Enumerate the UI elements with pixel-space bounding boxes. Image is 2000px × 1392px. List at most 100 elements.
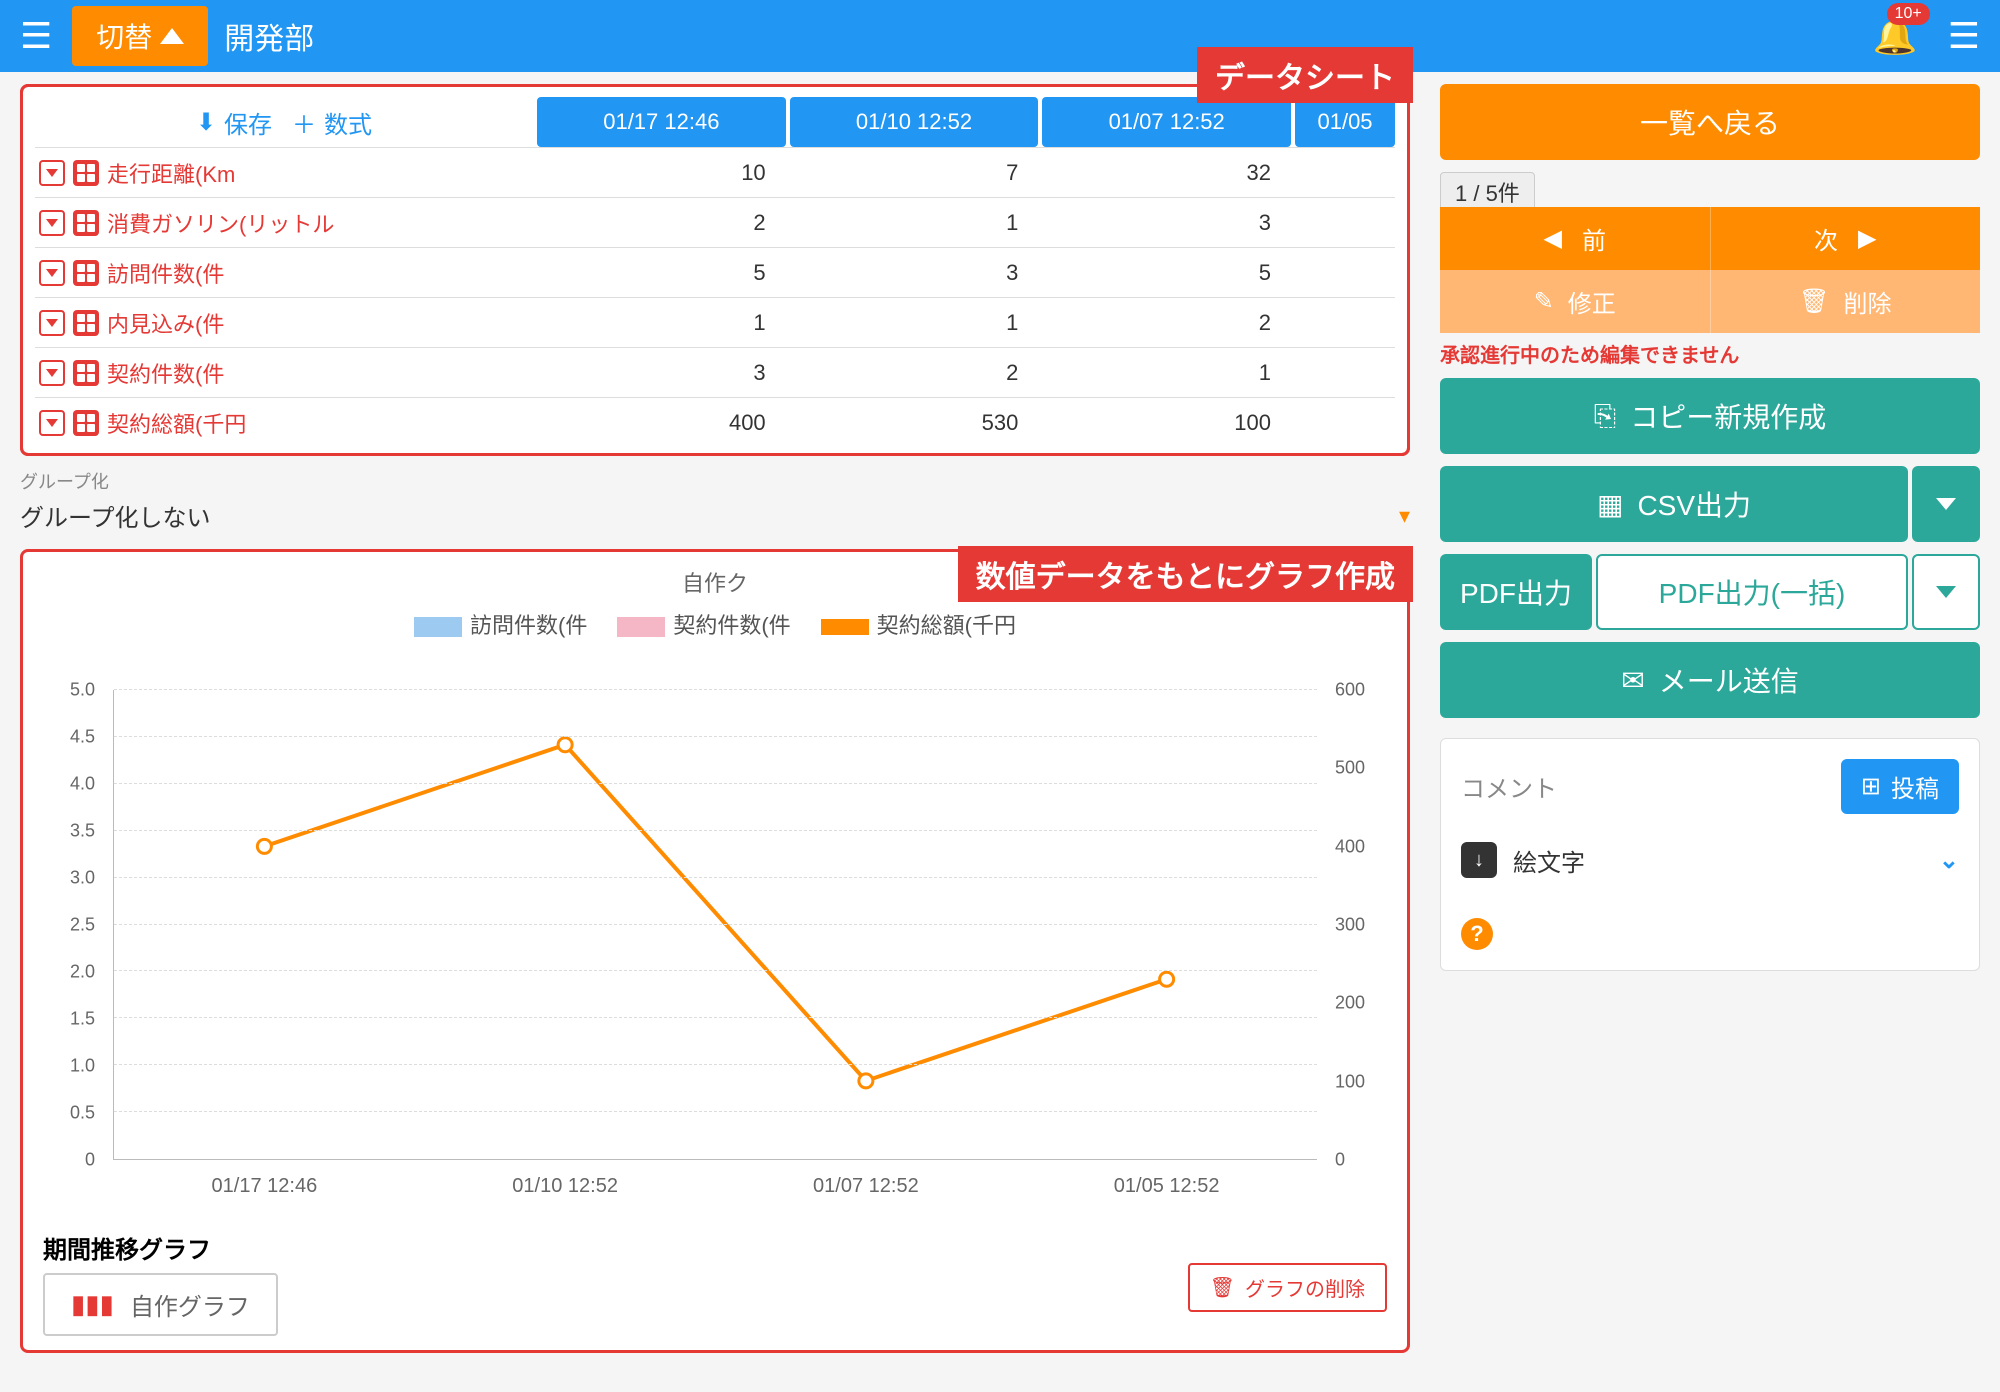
table-cell[interactable]: 32 bbox=[1042, 160, 1291, 186]
dropdown-icon[interactable] bbox=[39, 310, 65, 336]
back-to-list-button[interactable]: 一覧へ戻る bbox=[1440, 84, 1980, 160]
help-icon[interactable]: ? bbox=[1461, 918, 1493, 950]
download-icon: ⬇ bbox=[196, 108, 216, 137]
x-category-label: 01/17 12:46 bbox=[164, 1175, 364, 1198]
x-category-label: 01/10 12:52 bbox=[465, 1175, 665, 1198]
notification-bell-icon[interactable]: 🔔10+ bbox=[1873, 15, 1918, 57]
table-row: 訪問件数(件535 bbox=[35, 247, 1395, 297]
chevron-left-icon: ◀ bbox=[1544, 224, 1562, 253]
table-cell[interactable]: 3 bbox=[537, 360, 786, 386]
grid-icon[interactable] bbox=[73, 410, 99, 436]
pdf-export-dropdown[interactable] bbox=[1912, 554, 1980, 630]
table-row: 走行距離(Km10732 bbox=[35, 147, 1395, 197]
plus-box-icon: ⊞ bbox=[1861, 772, 1881, 801]
grid-icon[interactable] bbox=[73, 160, 99, 186]
graph-delete-button[interactable]: 🗑 グラフの削除 bbox=[1188, 1263, 1387, 1312]
column-header-0[interactable]: 01/17 12:46 bbox=[537, 97, 786, 147]
copy-icon: ⎘ bbox=[1594, 400, 1616, 433]
pdf-export-button[interactable]: PDF出力 bbox=[1440, 554, 1592, 630]
comment-label: コメント bbox=[1461, 769, 1557, 804]
table-cell[interactable]: 3 bbox=[790, 260, 1039, 286]
table-cell[interactable]: 100 bbox=[1042, 410, 1291, 436]
dropdown-icon[interactable] bbox=[39, 360, 65, 386]
row-label[interactable]: 契約件数(件 bbox=[35, 357, 533, 389]
row-label[interactable]: 訪問件数(件 bbox=[35, 257, 533, 289]
mail-send-button[interactable]: ✉ メール送信 bbox=[1440, 642, 1980, 718]
emoji-expand-row[interactable]: 絵文字 ⌄ bbox=[1461, 842, 1959, 878]
x-category-label: 01/07 12:52 bbox=[766, 1175, 966, 1198]
grid-icon[interactable] bbox=[73, 310, 99, 336]
table-cell[interactable]: 1 bbox=[790, 210, 1039, 236]
self-graph-button[interactable]: ▮▮▮ 自作グラフ bbox=[43, 1273, 278, 1336]
table-cell[interactable]: 2 bbox=[790, 360, 1039, 386]
group-select[interactable]: グループ化しない ▾ bbox=[20, 494, 1410, 537]
csv-export-button[interactable]: ▦ CSV出力 bbox=[1440, 466, 1908, 542]
table-cell[interactable]: 3 bbox=[1042, 210, 1291, 236]
dropdown-icon[interactable] bbox=[39, 410, 65, 436]
column-header-1[interactable]: 01/10 12:52 bbox=[790, 97, 1039, 147]
menu-icon[interactable]: ☰ bbox=[20, 15, 52, 57]
delete-button[interactable]: 🗑 削除 bbox=[1711, 270, 1981, 333]
table-cell[interactable]: 7 bbox=[790, 160, 1039, 186]
table-cell[interactable]: 2 bbox=[1042, 310, 1291, 336]
csv-export-dropdown[interactable] bbox=[1912, 466, 1980, 542]
chart-plot-area: 00.51.01.52.02.53.03.54.04.55.0 01002003… bbox=[43, 660, 1387, 1220]
grid-icon[interactable] bbox=[73, 210, 99, 236]
switch-button[interactable]: 切替 bbox=[72, 6, 208, 66]
department-title: 開発部 bbox=[224, 14, 314, 58]
pager-next-button[interactable]: 次 ▶ bbox=[1711, 207, 1981, 270]
dropdown-icon[interactable] bbox=[39, 210, 65, 236]
comment-card: コメント ⊞ 投稿 絵文字 ⌄ ? bbox=[1440, 738, 1980, 971]
chart-title-prefix: 自作ク bbox=[682, 571, 748, 596]
group-label: グループ化 bbox=[20, 468, 1410, 494]
row-label[interactable]: 内見込み(件 bbox=[35, 307, 533, 339]
dropdown-icon[interactable] bbox=[39, 160, 65, 186]
bar-chart-icon: ▮▮▮ bbox=[71, 1289, 114, 1320]
row-label[interactable]: 契約総額(千円 bbox=[35, 407, 533, 439]
plus-icon: ＋ bbox=[292, 105, 316, 140]
clipboard-icon bbox=[1461, 842, 1497, 878]
mail-icon: ✉ bbox=[1621, 664, 1644, 697]
table-cell[interactable]: 1 bbox=[537, 310, 786, 336]
menu-right-icon[interactable]: ☰ bbox=[1948, 15, 1980, 57]
column-header-2[interactable]: 01/07 12:52 bbox=[1042, 97, 1291, 147]
column-header-3[interactable]: 01/05 bbox=[1295, 97, 1395, 147]
chart-legend: 訪問件数(件 契約件数(件 契約総額(千円 bbox=[43, 598, 1387, 650]
chevron-down-icon: ▾ bbox=[1399, 503, 1410, 529]
table-cell[interactable]: 2 bbox=[537, 210, 786, 236]
table-cell[interactable]: 10 bbox=[537, 160, 786, 186]
chart-card: 数値データをもとにグラフ作成 自作ク 訪問件数(件 契約件数(件 契約総額(千円… bbox=[20, 549, 1410, 1353]
row-label[interactable]: 消費ガソリン(リットル bbox=[35, 207, 533, 239]
chevron-right-icon: ▶ bbox=[1858, 224, 1876, 253]
chevron-down-icon: ⌄ bbox=[1939, 846, 1959, 875]
period-graph-label: 期間推移グラフ bbox=[43, 1230, 1387, 1265]
table-cell[interactable]: 1 bbox=[790, 310, 1039, 336]
table-cell[interactable]: 530 bbox=[790, 410, 1039, 436]
table-cell[interactable]: 5 bbox=[537, 260, 786, 286]
pdf-export-bulk-button[interactable]: PDF出力(一括) bbox=[1596, 554, 1908, 630]
edit-button[interactable]: ✎ 修正 bbox=[1440, 270, 1711, 333]
app-header: ☰ 切替 開発部 🔔10+ ☰ bbox=[0, 0, 2000, 72]
grid-icon[interactable] bbox=[73, 260, 99, 286]
table-row: 契約件数(件321 bbox=[35, 347, 1395, 397]
switch-label: 切替 bbox=[96, 16, 152, 56]
grid-icon[interactable] bbox=[73, 360, 99, 386]
formula-button[interactable]: ＋ 数式 bbox=[292, 105, 372, 140]
table-cell[interactable]: 1 bbox=[1042, 360, 1291, 386]
annotation-chart: 数値データをもとにグラフ作成 bbox=[958, 546, 1413, 602]
pager-prev-button[interactable]: ◀ 前 bbox=[1440, 207, 1711, 270]
data-sheet-card: データシート ⬇ 保存 ＋ 数式 01/17 12:46 01/10 12:52… bbox=[20, 84, 1410, 456]
notification-badge: 10+ bbox=[1887, 3, 1930, 25]
table-cell[interactable]: 5 bbox=[1042, 260, 1291, 286]
table-row: 消費ガソリン(リットル213 bbox=[35, 197, 1395, 247]
table-cell[interactable]: 400 bbox=[537, 410, 786, 436]
group-section: グループ化 グループ化しない ▾ bbox=[20, 468, 1410, 537]
table-header-row: ⬇ 保存 ＋ 数式 01/17 12:46 01/10 12:52 01/07 … bbox=[35, 97, 1395, 147]
triangle-icon bbox=[160, 28, 184, 44]
post-comment-button[interactable]: ⊞ 投稿 bbox=[1841, 759, 1959, 814]
save-button[interactable]: ⬇ 保存 bbox=[196, 105, 272, 140]
row-label[interactable]: 走行距離(Km bbox=[35, 157, 533, 189]
annotation-datasheet: データシート bbox=[1197, 47, 1413, 103]
copy-new-button[interactable]: ⎘ コピー新規作成 bbox=[1440, 378, 1980, 454]
dropdown-icon[interactable] bbox=[39, 260, 65, 286]
